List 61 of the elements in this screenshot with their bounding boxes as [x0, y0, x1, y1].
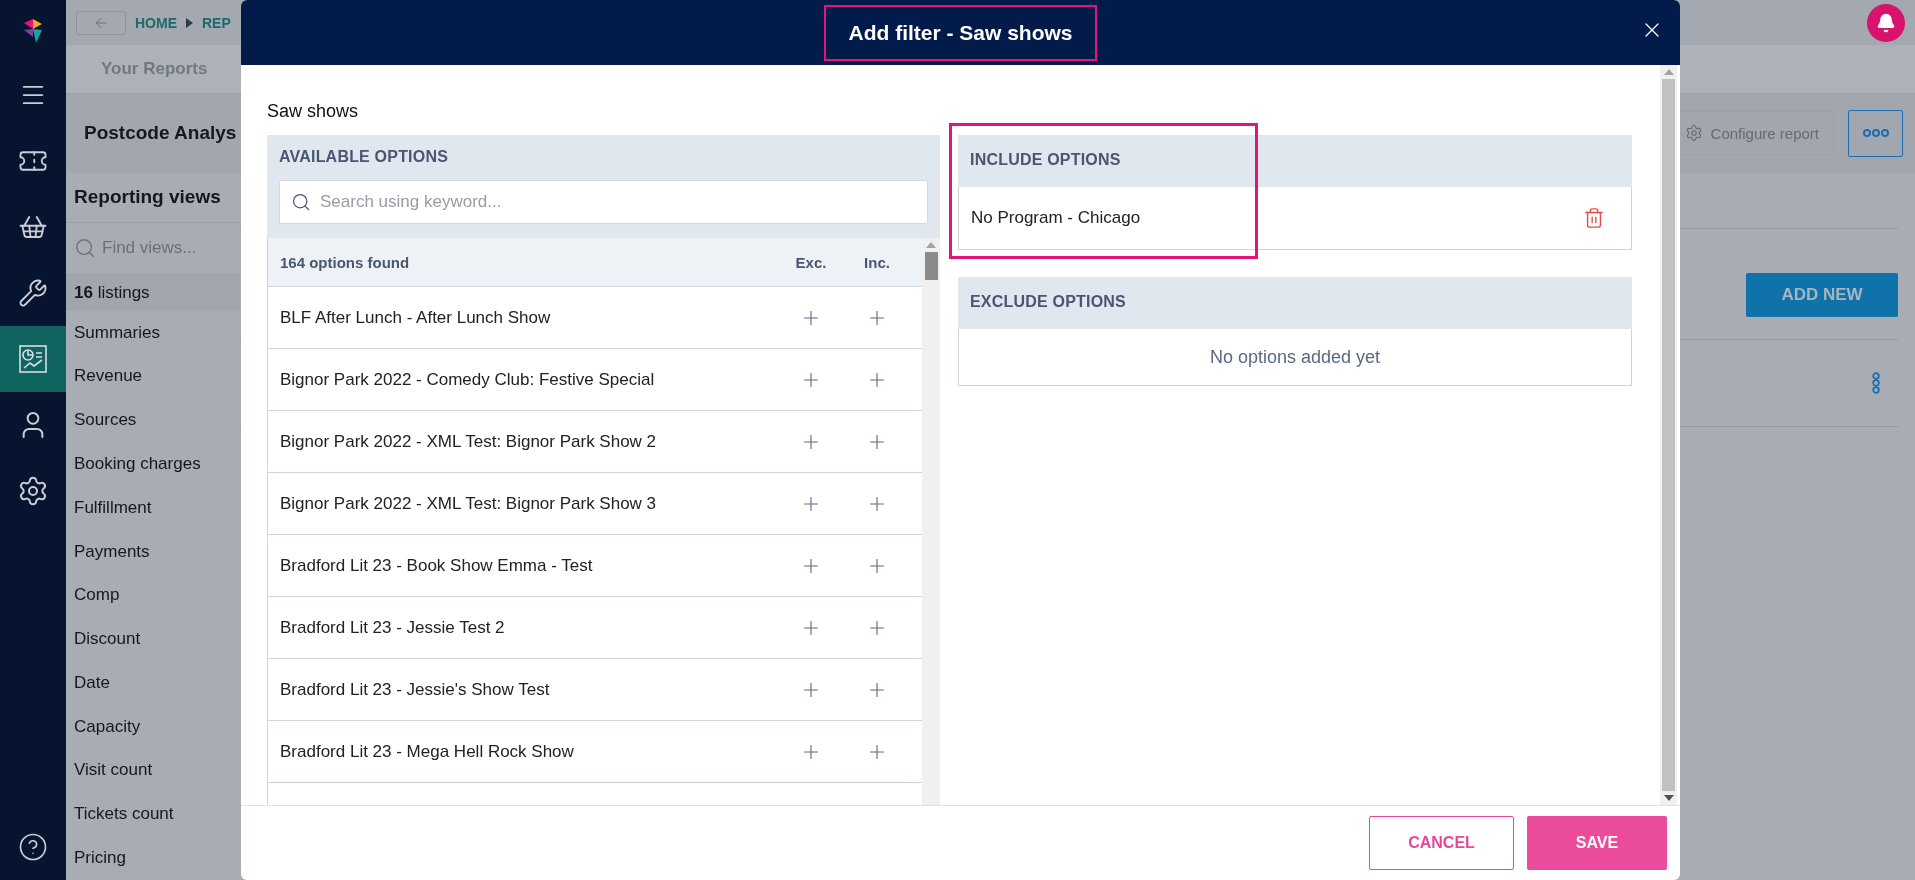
cancel-button[interactable]: CANCEL — [1369, 816, 1514, 870]
view-item[interactable]: Fulfillment — [66, 485, 240, 530]
scroll-up-arrow-icon[interactable] — [1663, 69, 1674, 75]
field-label: Saw shows — [267, 101, 360, 122]
column-header: Inc. — [863, 253, 891, 271]
panel-heading: EXCLUDE OPTIONS — [970, 293, 1127, 311]
search-field[interactable]: Search using keyword... — [279, 180, 928, 224]
view-item[interactable]: Comp — [66, 573, 240, 618]
view-item[interactable]: Visit count — [66, 748, 240, 793]
report-chart-icon — [18, 344, 48, 374]
help-icon[interactable] — [18, 832, 48, 862]
view-item[interactable]: Tickets count — [66, 792, 240, 837]
option-label: Bignor Park 2022 - Comedy Club: Festive Special — [280, 369, 656, 390]
wrench-icon[interactable] — [18, 278, 48, 308]
search-icon — [74, 237, 96, 260]
listings-count: 16 listings — [74, 282, 150, 303]
selected-option: No Program - Chicago — [971, 208, 1583, 228]
empty-message: No options added yet — [958, 329, 1632, 386]
scrollbar[interactable] — [1660, 65, 1677, 805]
column-header: Exc. — [794, 253, 828, 271]
view-item[interactable]: Date — [66, 661, 240, 705]
option-label: BLF After Lunch - After Lunch Show — [280, 307, 552, 328]
more-button[interactable] — [1848, 109, 1903, 157]
option-label: Bradford Lit 23 - Jessie's Show Test — [280, 679, 551, 700]
more-vertical-icon[interactable] — [1872, 371, 1880, 394]
option-label: Bradford Lit 23 - Mega Hell Rock Show — [280, 741, 575, 762]
scrollbar-thumb[interactable] — [924, 252, 938, 280]
panel-heading: INCLUDE OPTIONS — [970, 151, 1122, 169]
view-item[interactable]: Discount — [66, 617, 240, 661]
delete-button[interactable] — [1583, 207, 1605, 229]
view-item[interactable]: Sources — [66, 398, 240, 442]
bell-icon — [1876, 12, 1896, 33]
scrollbar-thumb[interactable] — [1662, 79, 1675, 791]
view-item[interactable]: Summaries — [66, 310, 240, 355]
option-label: Bignor Park 2022 - XML Test: Bignor Park Show 3 — [280, 493, 658, 514]
more-icon — [1862, 129, 1889, 138]
view-item[interactable]: Payments — [66, 529, 240, 574]
option-label: Bignor Park 2022 - XML Test: Bignor Park Show 2 — [280, 431, 658, 452]
view-item[interactable]: Pricing — [66, 836, 240, 880]
scroll-up-arrow-icon[interactable] — [926, 242, 936, 248]
back-button[interactable] — [76, 10, 126, 35]
save-button[interactable]: SAVE — [1527, 816, 1667, 870]
gear-icon — [1684, 124, 1703, 143]
notification-button[interactable] — [1867, 3, 1905, 42]
scroll-down-arrow-icon[interactable] — [1663, 795, 1674, 801]
panel-heading: AVAILABLE OPTIONS — [279, 148, 450, 166]
section-title: Reporting views — [66, 172, 240, 223]
logo-icon — [22, 17, 44, 45]
view-item[interactable]: Booking charges — [66, 442, 240, 486]
dialog-title: Add filter - Saw shows — [824, 4, 1097, 61]
report-title: Postcode Analys — [84, 122, 237, 145]
scrollbar[interactable] — [922, 238, 940, 805]
view-item[interactable]: Revenue — [66, 354, 240, 399]
trash-icon — [1583, 207, 1605, 229]
options-count: 164 options found — [280, 253, 411, 271]
breadcrumb-separator-icon — [186, 17, 193, 28]
settings-icon[interactable] — [17, 475, 49, 507]
search-icon — [291, 192, 311, 212]
view-item[interactable]: Capacity — [66, 704, 240, 749]
option-label: Bradford Lit 23 - Jessie Test 2 — [280, 617, 506, 638]
option-label: Bradford Lit 23 - Book Show Emma - Test — [280, 555, 594, 576]
